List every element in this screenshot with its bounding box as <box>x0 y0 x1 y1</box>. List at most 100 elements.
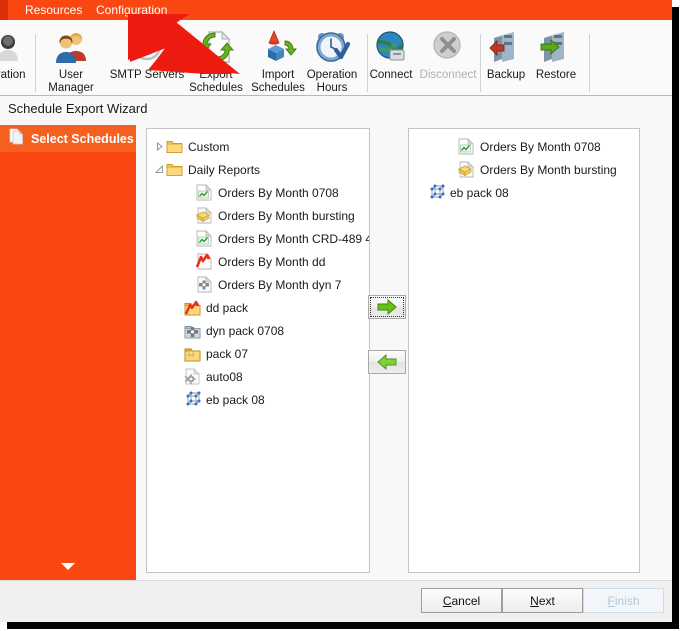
toolbar-button-connect[interactable]: Connect <box>365 25 417 91</box>
toolbar-button-import-schedules[interactable]: Import Schedules <box>247 25 309 94</box>
restore-icon <box>530 27 582 67</box>
tree-item[interactable]: dyn pack 0708 <box>147 319 369 342</box>
sidebar-item-label: Select Schedules <box>31 131 134 146</box>
toolbar-button-backup[interactable]: Backup <box>480 25 532 91</box>
tree-item[interactable]: Orders By Month 0708 <box>147 181 369 204</box>
source-schedule-tree[interactable]: Custom Daily Reports Orders By Month 0708 O… <box>146 128 370 573</box>
menu-configuration[interactable]: Configuration <box>96 2 167 18</box>
menu-bar: Resources Configuration <box>0 0 672 20</box>
expander-expanded-icon[interactable] <box>153 164 165 176</box>
bursting-icon <box>195 207 213 225</box>
user-manager-icon <box>40 27 102 67</box>
list-item-label: Orders By Month bursting <box>480 162 617 177</box>
arrow-left-icon <box>377 354 397 370</box>
tree-item-label: Orders By Month 0708 <box>218 185 339 200</box>
report-chart-icon <box>195 230 213 248</box>
remove-schedule-button[interactable] <box>368 350 406 374</box>
smtp-servers-icon <box>109 27 185 67</box>
sidebar-item-select-schedules[interactable]: Select Schedules <box>0 125 136 152</box>
tree-item-label: Daily Reports <box>188 162 261 177</box>
package-icon <box>183 345 201 363</box>
toolbar-button-operation-hours[interactable]: Operation Hours <box>301 25 363 94</box>
next-button-label: Next <box>530 594 555 608</box>
cancel-rest: ancel <box>451 593 481 608</box>
list-item-label: eb pack 08 <box>450 185 509 200</box>
pages-icon <box>9 128 24 150</box>
toolbar-label-smtp-servers: SMTP Servers <box>109 69 185 81</box>
finish-button-label: Finish <box>607 594 639 608</box>
backup-icon <box>480 27 532 67</box>
arrow-right-icon <box>377 299 397 315</box>
tree-item[interactable]: Orders By Month dd <box>147 250 369 273</box>
selected-schedule-list[interactable]: Orders By Month 0708 Orders By Month burs… <box>408 128 640 573</box>
toolbar-label-backup: Backup <box>486 69 526 81</box>
finish-accel: F <box>607 593 615 608</box>
list-item[interactable]: eb pack 08 <box>409 181 639 204</box>
import-schedules-icon <box>247 27 309 67</box>
next-accel: N <box>530 593 539 608</box>
toolbar-button-restore[interactable]: Restore <box>530 25 582 91</box>
tree-item-label: dd pack <box>206 300 249 315</box>
main-toolbar: oration User Manager <box>0 20 672 96</box>
chevron-down-icon[interactable] <box>61 563 75 570</box>
event-pack-icon <box>183 391 201 409</box>
cancel-button[interactable]: Cancel <box>421 588 502 613</box>
disconnect-icon <box>417 27 479 67</box>
toolbar-button-user-manager[interactable]: User Manager <box>40 25 102 94</box>
tree-item-label: dyn pack 0708 <box>206 323 285 338</box>
data-driven-icon <box>195 253 213 271</box>
tree-item[interactable]: Orders By Month dyn 7 <box>147 273 369 296</box>
tree-item[interactable]: Orders By Month bursting <box>147 204 369 227</box>
finish-button: Finish <box>583 588 664 613</box>
tree-item[interactable]: Orders By Month CRD-489 473 <box>147 227 369 250</box>
report-chart-icon <box>195 184 213 202</box>
dd-pack-icon <box>183 299 201 317</box>
export-schedules-icon <box>185 27 247 67</box>
tree-item-label: Orders By Month dd <box>218 254 326 269</box>
dynamic-icon <box>195 276 213 294</box>
tree-item[interactable]: Daily Reports <box>147 158 369 181</box>
toolbar-label-operation-hours: Operation Hours <box>306 69 358 94</box>
tree-item-label: Custom <box>188 139 230 154</box>
page-title: Schedule Export Wizard <box>8 101 148 116</box>
toolbar-label-import-schedules: Import Schedules <box>251 69 305 94</box>
wizard-content-panel: Custom Daily Reports Orders By Month 0708 O… <box>136 125 672 580</box>
list-item[interactable]: Orders By Month 0708 <box>409 135 639 158</box>
folder-icon <box>165 138 183 156</box>
next-button[interactable]: Next <box>502 588 583 613</box>
toolbar-label-connect: Connect <box>369 69 413 81</box>
report-chart-icon <box>457 138 475 156</box>
add-schedule-button[interactable] <box>368 295 406 319</box>
tree-item[interactable]: eb pack 08 <box>147 388 369 411</box>
tree-item[interactable]: dd pack <box>147 296 369 319</box>
tree-item-label: Orders By Month CRD-489 473 <box>218 231 370 246</box>
toolbar-button-smtp-servers[interactable]: SMTP Servers <box>109 25 185 91</box>
toolbar-button-export-schedules[interactable]: Export Schedules <box>185 25 247 94</box>
connect-icon <box>365 27 417 67</box>
toolbar-button-administration[interactable]: oration <box>0 25 39 91</box>
administration-icon <box>0 27 39 67</box>
event-pack-icon <box>427 184 445 202</box>
finish-rest: inish <box>614 593 640 608</box>
next-rest: ext <box>538 593 555 608</box>
wizard-sidebar: Select Schedules <box>0 125 136 580</box>
toolbar-label-user-manager: User Manager <box>48 69 94 94</box>
tree-item-label: auto08 <box>206 369 243 384</box>
folder-icon <box>165 161 183 179</box>
bursting-icon <box>457 161 475 179</box>
toolbar-button-disconnect: Disconnect <box>417 25 479 91</box>
expander-collapsed-icon[interactable] <box>153 141 165 153</box>
application-window: Resources Configuration oration <box>0 0 672 622</box>
toolbar-label-administration: oration <box>0 69 26 81</box>
toolbar-label-restore: Restore <box>535 69 577 81</box>
toolbar-separator <box>35 34 36 92</box>
menu-resources[interactable]: Resources <box>25 2 82 18</box>
wizard-footer: Cancel Next Finish <box>0 580 672 622</box>
tree-item[interactable]: auto08 <box>147 365 369 388</box>
toolbar-separator <box>589 34 590 92</box>
tree-item-label: Orders By Month bursting <box>218 208 355 223</box>
tree-item[interactable]: Custom <box>147 135 369 158</box>
dyn-pack-icon <box>183 322 201 340</box>
list-item[interactable]: Orders By Month bursting <box>409 158 639 181</box>
tree-item[interactable]: pack 07 <box>147 342 369 365</box>
